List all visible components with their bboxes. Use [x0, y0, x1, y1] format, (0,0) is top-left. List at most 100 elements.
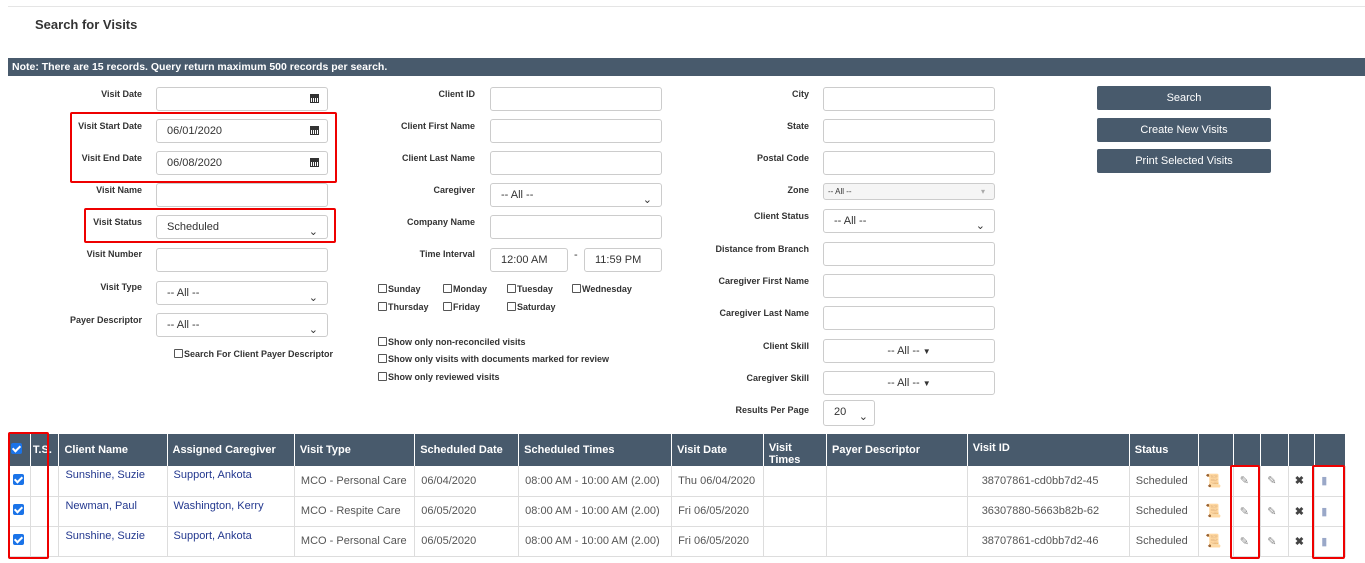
select-all-checkbox[interactable] — [11, 443, 22, 454]
payer-descriptor-select[interactable]: -- All -- ⌄ — [156, 313, 328, 337]
client-last-name-input[interactable] — [490, 151, 662, 175]
notes-cell[interactable]: 📜 — [1198, 466, 1234, 497]
day-checkbox[interactable] — [443, 302, 452, 311]
notes-icon[interactable]: 📜 — [1205, 533, 1221, 549]
row-select-cell[interactable] — [8, 526, 31, 557]
state-input[interactable] — [823, 119, 995, 143]
time-to-input[interactable]: 11:59 PM — [584, 248, 662, 272]
select-all-header[interactable] — [8, 434, 31, 466]
day-saturday[interactable]: Saturday — [507, 302, 556, 312]
table-row[interactable]: Newman, Paul Washington, Kerry MCO - Res… — [8, 496, 1346, 527]
attach-cell[interactable]: ✎ — [1233, 526, 1262, 557]
notes-cell[interactable]: 📜 — [1198, 496, 1234, 527]
client-id-input[interactable] — [490, 87, 662, 111]
print-selected-visits-button[interactable]: Print Selected Visits — [1097, 149, 1271, 173]
client-first-name-input[interactable] — [490, 119, 662, 143]
row-select-cell[interactable] — [8, 466, 31, 497]
calendar-icon[interactable] — [310, 158, 319, 167]
company-name-input[interactable] — [490, 215, 662, 239]
paperclip-icon[interactable]: ✎ — [1240, 474, 1249, 487]
day-thursday[interactable]: Thursday — [378, 302, 429, 312]
day-sunday[interactable]: Sunday — [378, 284, 421, 294]
delete-cell[interactable]: ✖ — [1288, 526, 1316, 557]
client-name-link[interactable]: Newman, Paul — [58, 496, 168, 527]
calendar-icon[interactable] — [310, 94, 319, 103]
edit-cell[interactable]: ✎ — [1260, 526, 1289, 557]
day-checkbox[interactable] — [507, 302, 516, 311]
calendar-icon[interactable] — [310, 126, 319, 135]
reviewed-checkbox[interactable] — [378, 372, 387, 381]
documents-icon[interactable]: ▮ — [1321, 474, 1327, 487]
visit-name-input[interactable] — [156, 183, 328, 207]
non-reconciled-checkbox[interactable] — [378, 337, 387, 346]
header-payer-descriptor[interactable]: Payer Descriptor — [826, 434, 968, 466]
visit-start-date-input[interactable]: 06/01/2020 — [156, 119, 328, 143]
visit-date-input[interactable] — [156, 87, 328, 111]
edit-icon[interactable]: ✎ — [1267, 505, 1276, 518]
day-wednesday[interactable]: Wednesday — [572, 284, 632, 294]
docs-review-option[interactable]: Show only visits with documents marked f… — [378, 354, 609, 364]
header-visit-times[interactable]: Visit Times — [763, 434, 828, 466]
docs-cell[interactable]: ▮ — [1314, 496, 1346, 527]
reviewed-option[interactable]: Show only reviewed visits — [378, 372, 500, 382]
delete-cell[interactable]: ✖ — [1288, 496, 1316, 527]
table-row[interactable]: Sunshine, Suzie Support, Ankota MCO - Pe… — [8, 466, 1346, 497]
close-icon[interactable]: ✖ — [1295, 474, 1304, 487]
header-client-name[interactable]: Client Name — [58, 434, 168, 466]
day-monday[interactable]: Monday — [443, 284, 487, 294]
visit-type-select[interactable]: -- All -- ⌄ — [156, 281, 328, 305]
caregiver-link[interactable]: Support, Ankota — [167, 466, 295, 497]
paperclip-icon[interactable]: ✎ — [1240, 535, 1249, 548]
close-icon[interactable]: ✖ — [1295, 505, 1304, 518]
search-client-payer-checkbox[interactable] — [174, 349, 183, 358]
visit-status-select[interactable]: Scheduled ⌄ — [156, 215, 328, 239]
day-friday[interactable]: Friday — [443, 302, 480, 312]
notes-icon[interactable]: 📜 — [1205, 503, 1221, 519]
delete-cell[interactable]: ✖ — [1288, 466, 1316, 497]
non-reconciled-option[interactable]: Show only non-reconciled visits — [378, 337, 526, 347]
notes-cell[interactable]: 📜 — [1198, 526, 1234, 557]
day-tuesday[interactable]: Tuesday — [507, 284, 553, 294]
edit-cell[interactable]: ✎ — [1260, 466, 1289, 497]
visit-number-input[interactable] — [156, 248, 328, 272]
search-client-payer-option[interactable]: Search For Client Payer Descriptor — [174, 349, 333, 359]
docs-review-checkbox[interactable] — [378, 354, 387, 363]
caregiver-first-name-input[interactable] — [823, 274, 995, 298]
row-checkbox[interactable] — [13, 504, 24, 515]
docs-cell[interactable]: ▮ — [1314, 526, 1346, 557]
row-checkbox[interactable] — [13, 473, 24, 485]
attach-cell[interactable]: ✎ — [1233, 496, 1262, 527]
distance-input[interactable] — [823, 242, 995, 266]
caregiver-skill-select[interactable]: -- All -- ▼ — [823, 371, 995, 395]
caregiver-last-name-input[interactable] — [823, 306, 995, 330]
caregiver-link[interactable]: Support, Ankota — [167, 526, 295, 557]
notes-icon[interactable]: 📜 — [1205, 473, 1221, 489]
row-checkbox[interactable] — [13, 534, 24, 545]
caregiver-link[interactable]: Washington, Kerry — [167, 496, 295, 527]
documents-icon[interactable]: ▮ — [1321, 505, 1327, 518]
header-ts[interactable]: T.S. — [30, 434, 60, 466]
edit-icon[interactable]: ✎ — [1267, 535, 1276, 548]
header-scheduled-date[interactable]: Scheduled Date — [414, 434, 520, 466]
search-button[interactable]: Search — [1097, 86, 1271, 110]
header-visit-type[interactable]: Visit Type — [294, 434, 416, 466]
client-skill-select[interactable]: -- All -- ▼ — [823, 339, 995, 363]
header-assigned-caregiver[interactable]: Assigned Caregiver — [167, 434, 295, 466]
day-checkbox[interactable] — [378, 284, 387, 293]
day-checkbox[interactable] — [572, 284, 581, 293]
table-row[interactable]: Sunshine, Suzie Support, Ankota MCO - Pe… — [8, 526, 1346, 557]
attach-cell[interactable]: ✎ — [1233, 466, 1262, 497]
results-per-page-select[interactable]: 20 ⌄ — [823, 400, 875, 426]
row-select-cell[interactable] — [8, 496, 31, 527]
visit-end-date-input[interactable]: 06/08/2020 — [156, 151, 328, 175]
close-icon[interactable]: ✖ — [1295, 535, 1304, 548]
time-from-input[interactable]: 12:00 AM — [490, 248, 568, 272]
client-name-link[interactable]: Sunshine, Suzie — [58, 526, 168, 557]
edit-cell[interactable]: ✎ — [1260, 496, 1289, 527]
create-new-visits-button[interactable]: Create New Visits — [1097, 118, 1271, 142]
header-status[interactable]: Status — [1129, 434, 1200, 466]
header-visit-date[interactable]: Visit Date — [671, 434, 764, 466]
documents-icon[interactable]: ▮ — [1321, 535, 1327, 548]
day-checkbox[interactable] — [443, 284, 452, 293]
header-visit-id[interactable]: Visit ID — [967, 434, 1130, 466]
